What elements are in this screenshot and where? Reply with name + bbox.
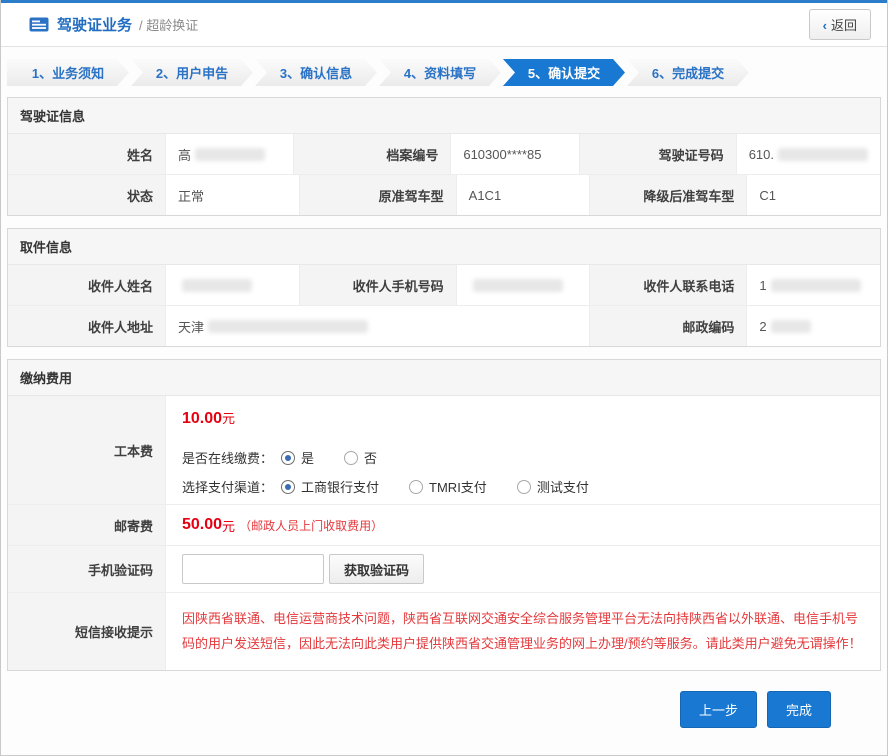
captcha-row: 手机验证码 获取验证码 — [8, 545, 880, 592]
step-3: 3、确认信息 — [255, 59, 377, 86]
pickup-row-2: 收件人地址 天津 邮政编码 2 — [8, 305, 880, 346]
production-fee-row: 工本费 10.00元 是否在线缴费： 是 否 选择支付渠道： 工商银行支付 TM… — [8, 396, 880, 504]
zip-code-label: 邮政编码 — [589, 306, 746, 346]
postage-fee-label: 邮寄费 — [8, 505, 165, 545]
radio-checked-icon — [281, 451, 295, 465]
recipient-name-value — [165, 265, 299, 305]
license-number-label: 驾驶证号码 — [579, 134, 736, 174]
production-fee-label: 工本费 — [8, 396, 165, 504]
step-6: 6、完成提交 — [627, 59, 749, 86]
license-row-1: 姓名 高 档案编号 610300****85 驾驶证号码 610. — [8, 134, 880, 174]
online-payment-question-label: 是否在线缴费： — [182, 448, 273, 467]
step-2: 2、用户申告 — [131, 59, 253, 86]
step-4: 4、资料填写 — [379, 59, 501, 86]
redacted-value — [473, 279, 563, 292]
online-no-radio[interactable]: 否 — [344, 448, 377, 467]
channel-test-radio[interactable]: 测试支付 — [517, 477, 589, 496]
file-number-value: 610300****85 — [450, 134, 578, 174]
sms-notice-content: 因陕西省联通、电信运营商技术问题，陕西省互联网交通安全综合服务管理平台无法向持陕… — [165, 593, 880, 670]
postage-fee-row: 邮寄费 50.00元 （邮政人员上门收取费用） — [8, 504, 880, 545]
recipient-mobile-label: 收件人手机号码 — [299, 265, 456, 305]
steps-bar: 1、业务须知 2、用户申告 3、确认信息 4、资料填写 5、确认提交 6、完成提… — [1, 47, 887, 97]
radio-unchecked-icon — [517, 480, 531, 494]
redacted-value — [208, 320, 368, 333]
redacted-value — [182, 279, 252, 292]
recipient-address-label: 收件人地址 — [8, 306, 165, 346]
payment-channel-question: 选择支付渠道： 工商银行支付 TMRI支付 测试支付 — [182, 477, 864, 496]
redacted-value — [771, 320, 811, 333]
license-row-2: 状态 正常 原准驾车型 A1C1 降级后准驾车型 C1 — [8, 174, 880, 215]
page-subtitle: / 超龄换证 — [139, 15, 198, 34]
page-title: 驾驶证业务 — [57, 14, 132, 35]
name-value: 高 — [165, 134, 293, 174]
downgraded-type-label: 降级后准驾车型 — [589, 175, 746, 215]
page: 驾驶证业务 / 超龄换证 ‹ 返回 1、业务须知 2、用户申告 3、确认信息 4、… — [0, 0, 888, 756]
channel-tmri-radio[interactable]: TMRI支付 — [409, 477, 487, 496]
sms-notice-label: 短信接收提示 — [8, 593, 165, 670]
step-1: 1、业务须知 — [7, 59, 129, 86]
section-license-info: 驾驶证信息 姓名 高 档案编号 610300****85 驾驶证号码 610. … — [7, 97, 881, 216]
zip-code-value: 2 — [746, 306, 880, 346]
header: 驾驶证业务 / 超龄换证 ‹ 返回 — [1, 3, 887, 47]
license-section-title: 驾驶证信息 — [8, 98, 880, 134]
license-business-icon — [29, 17, 49, 32]
pickup-row-1: 收件人姓名 收件人手机号码 收件人联系电话 1 — [8, 265, 880, 305]
orig-type-label: 原准驾车型 — [299, 175, 456, 215]
recipient-name-label: 收件人姓名 — [8, 265, 165, 305]
postage-fee-amount: 50.00元 （邮政人员上门收取费用） — [182, 516, 864, 535]
redacted-value — [195, 148, 265, 161]
postage-fee-content: 50.00元 （邮政人员上门收取费用） — [165, 505, 880, 545]
sms-notice-row: 短信接收提示 因陕西省联通、电信运营商技术问题，陕西省互联网交通安全综合服务管理… — [8, 592, 880, 670]
postage-fee-note: （邮政人员上门收取费用） — [239, 517, 383, 534]
back-button[interactable]: ‹ 返回 — [809, 9, 871, 40]
recipient-mobile-value — [456, 265, 590, 305]
channel-icbc-radio[interactable]: 工商银行支付 — [281, 477, 379, 496]
section-fees: 缴纳费用 工本费 10.00元 是否在线缴费： 是 否 选择支付渠道： 工商银行… — [7, 359, 881, 671]
status-label: 状态 — [8, 175, 165, 215]
pickup-section-title: 取件信息 — [8, 229, 880, 265]
step-5-active: 5、确认提交 — [503, 59, 625, 86]
back-button-label: 返回 — [831, 18, 857, 33]
license-number-value: 610. — [736, 134, 880, 174]
radio-checked-icon — [281, 480, 295, 494]
online-yes-radio[interactable]: 是 — [281, 448, 314, 467]
downgraded-type-value: C1 — [746, 175, 880, 215]
recipient-phone-label: 收件人联系电话 — [589, 265, 746, 305]
back-chevron-icon: ‹ — [823, 18, 827, 33]
radio-unchecked-icon — [344, 451, 358, 465]
section-pickup-info: 取件信息 收件人姓名 收件人手机号码 收件人联系电话 1 收件人地址 天津 邮政… — [7, 228, 881, 347]
sms-notice-text: 因陕西省联通、电信运营商技术问题，陕西省互联网交通安全综合服务管理平台无法向持陕… — [182, 601, 864, 662]
file-number-label: 档案编号 — [293, 134, 450, 174]
redacted-value — [778, 148, 868, 161]
redacted-value — [771, 279, 861, 292]
online-payment-question: 是否在线缴费： 是 否 — [182, 448, 864, 467]
fees-section-title: 缴纳费用 — [8, 360, 880, 396]
get-captcha-button[interactable]: 获取验证码 — [329, 554, 424, 584]
finish-button[interactable]: 完成 — [767, 691, 831, 728]
captcha-content: 获取验证码 — [165, 546, 880, 592]
recipient-phone-value: 1 — [746, 265, 880, 305]
recipient-address-value: 天津 — [165, 306, 589, 346]
captcha-label: 手机验证码 — [8, 546, 165, 592]
captcha-input[interactable] — [182, 554, 324, 584]
footer-actions: 上一步 完成 — [1, 683, 887, 728]
production-fee-content: 10.00元 是否在线缴费： 是 否 选择支付渠道： 工商银行支付 TMRI支付… — [165, 396, 880, 504]
orig-type-value: A1C1 — [456, 175, 590, 215]
previous-step-button[interactable]: 上一步 — [680, 691, 757, 728]
production-fee-amount: 10.00元 — [182, 408, 864, 428]
status-value: 正常 — [165, 175, 299, 215]
radio-unchecked-icon — [409, 480, 423, 494]
payment-channel-question-label: 选择支付渠道： — [182, 477, 273, 496]
name-label: 姓名 — [8, 134, 165, 174]
